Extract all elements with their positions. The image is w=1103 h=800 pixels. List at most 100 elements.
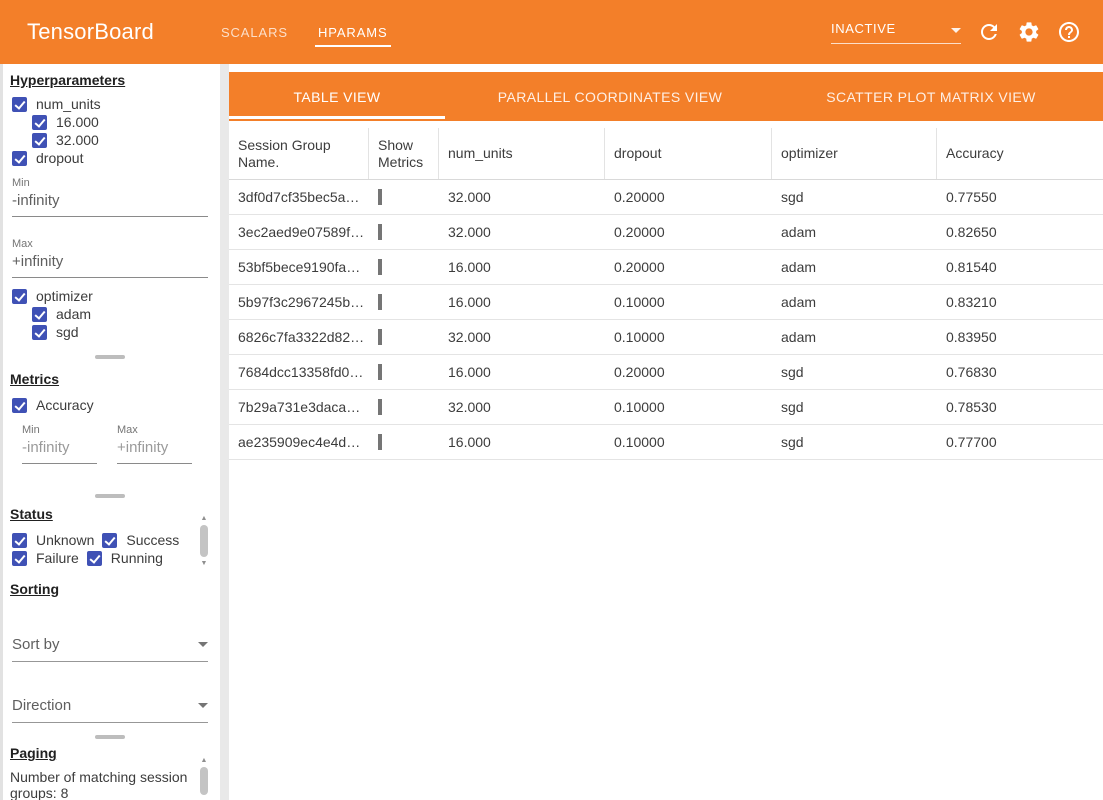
dropout-max-input[interactable]	[12, 250, 208, 278]
hparam-value-row: adam	[32, 305, 220, 323]
optimizer-checkbox[interactable]	[12, 289, 27, 304]
show-metrics-checkbox[interactable]	[378, 259, 382, 275]
scroll-up-icon[interactable]: ▲	[201, 756, 208, 765]
num-units-value: 16.000	[439, 259, 605, 275]
session-group-name: 3df0d7cf35bec5a…	[229, 189, 369, 205]
table-row: 7b29a731e3daca… 32.000 0.10000 sgd 0.785…	[229, 390, 1103, 425]
metric-max-input[interactable]	[117, 436, 192, 464]
sort-by-value: Sort by	[12, 636, 60, 653]
num-units-value: 32.000	[439, 224, 605, 240]
status-unknown-checkbox[interactable]	[12, 533, 27, 548]
scrollbar-thumb[interactable]	[200, 525, 208, 557]
show-metrics-checkbox[interactable]	[378, 364, 382, 380]
panel-resize-handle[interactable]	[95, 494, 125, 498]
accuracy-value: 0.83950	[937, 329, 1103, 345]
accuracy-value: 0.77550	[937, 189, 1103, 205]
topbar-tabs: SCALARS HPARAMS	[206, 0, 403, 64]
reload-status-value: INACTIVE	[831, 21, 896, 36]
max-label: Max	[12, 238, 208, 250]
matching-groups-text: Number of matching session groups: 8	[10, 769, 192, 800]
tab-parallel-coordinates-view[interactable]: PARALLEL COORDINATES VIEW	[445, 72, 775, 121]
tab-table-view[interactable]: TABLE VIEW	[229, 72, 445, 121]
status-scrollbar[interactable]: ▲ ▼	[199, 514, 209, 572]
show-metrics-checkbox[interactable]	[378, 224, 382, 240]
num-units-checkbox[interactable]	[12, 97, 27, 112]
col-optimizer: optimizer	[772, 128, 937, 179]
help-button[interactable]	[1057, 20, 1081, 44]
scroll-up-icon[interactable]: ▲	[201, 514, 208, 523]
status-unknown-label: Unknown	[36, 532, 94, 548]
optimizer-adam-checkbox[interactable]	[32, 307, 47, 322]
col-show-metrics: Show Metrics	[369, 128, 439, 179]
panel-resize-handle[interactable]	[95, 355, 125, 359]
min-label: Min	[12, 177, 208, 189]
sidebar-scrollbar-track[interactable]	[0, 64, 3, 800]
table-row: ae235909ec4e4d… 16.000 0.10000 sgd 0.777…	[229, 425, 1103, 460]
dropout-min-field: Min	[12, 177, 208, 217]
dropout-max-field: Max	[12, 238, 208, 278]
dropout-value: 0.10000	[605, 434, 772, 450]
view-tabs: TABLE VIEW PARALLEL COORDINATES VIEW SCA…	[229, 72, 1103, 121]
status-success-checkbox[interactable]	[102, 533, 117, 548]
accuracy-checkbox[interactable]	[12, 398, 27, 413]
direction-select[interactable]: Direction	[12, 697, 208, 723]
tab-hparams[interactable]: HPARAMS	[303, 0, 403, 64]
optimizer-value: adam	[772, 259, 937, 275]
show-metrics-cell	[369, 364, 439, 380]
dropout-min-input[interactable]	[12, 189, 208, 217]
hparam-value-row: sgd	[32, 323, 220, 341]
show-metrics-cell	[369, 259, 439, 275]
metric-min-input[interactable]	[22, 436, 97, 464]
tab-scatter-plot-matrix-view[interactable]: SCATTER PLOT MATRIX VIEW	[775, 72, 1087, 121]
panel-resize-handle[interactable]	[95, 735, 125, 739]
optimizer-sgd-checkbox[interactable]	[32, 325, 47, 340]
num-units-value: 32.000	[439, 189, 605, 205]
hparam-row-num-units: num_units	[12, 95, 220, 113]
sidebar: Hyperparameters num_units 16.000 32.000 …	[0, 64, 220, 800]
show-metrics-checkbox[interactable]	[378, 434, 382, 450]
scroll-down-icon[interactable]: ▼	[201, 559, 208, 568]
reload-status-select[interactable]: INACTIVE	[831, 21, 961, 44]
optimizer-value: adam	[772, 294, 937, 310]
dropout-checkbox[interactable]	[12, 151, 27, 166]
dropout-value: 0.20000	[605, 364, 772, 380]
show-metrics-checkbox[interactable]	[378, 294, 382, 310]
show-metrics-checkbox[interactable]	[378, 399, 382, 415]
gear-icon	[1017, 20, 1041, 44]
table-row: 5b97f3c2967245b… 16.000 0.10000 adam 0.8…	[229, 285, 1103, 320]
optimizer-value: sgd	[772, 434, 937, 450]
session-group-name: 53bf5bece9190fa…	[229, 259, 369, 275]
num-units-16-label: 16.000	[56, 114, 99, 130]
col-num-units: num_units	[439, 128, 605, 179]
status-running-label: Running	[111, 550, 163, 566]
tab-scalars[interactable]: SCALARS	[206, 0, 303, 64]
status-failure-checkbox[interactable]	[12, 551, 27, 566]
table-header: Session Group Name. Show Metrics num_uni…	[229, 128, 1103, 180]
dropout-value: 0.10000	[605, 399, 772, 415]
sort-by-select[interactable]: Sort by	[12, 636, 208, 662]
status-option-running: Running	[87, 549, 163, 567]
show-metrics-cell	[369, 224, 439, 240]
hyperparameters-section: Hyperparameters num_units 16.000 32.000 …	[0, 72, 220, 359]
show-metrics-cell	[369, 189, 439, 205]
accuracy-value: 0.78530	[937, 399, 1103, 415]
show-metrics-cell	[369, 399, 439, 415]
main-content: TABLE VIEW PARALLEL COORDINATES VIEW SCA…	[229, 64, 1103, 800]
num-units-16-checkbox[interactable]	[32, 115, 47, 130]
show-metrics-cell	[369, 294, 439, 310]
status-failure-label: Failure	[36, 550, 79, 566]
paging-scrollbar[interactable]: ▲	[199, 756, 209, 800]
num-units-32-checkbox[interactable]	[32, 133, 47, 148]
show-metrics-checkbox[interactable]	[378, 189, 382, 205]
refresh-button[interactable]	[977, 20, 1001, 44]
status-running-checkbox[interactable]	[87, 551, 102, 566]
session-group-name: 5b97f3c2967245b…	[229, 294, 369, 310]
paging-heading: Paging	[10, 745, 220, 761]
settings-button[interactable]	[1017, 20, 1041, 44]
sorting-heading: Sorting	[10, 581, 220, 597]
num-units-32-label: 32.000	[56, 132, 99, 148]
scrollbar-thumb[interactable]	[200, 767, 208, 795]
show-metrics-checkbox[interactable]	[378, 329, 382, 345]
session-groups-table: Session Group Name. Show Metrics num_uni…	[229, 128, 1103, 460]
session-group-name: 3ec2aed9e07589f…	[229, 224, 369, 240]
